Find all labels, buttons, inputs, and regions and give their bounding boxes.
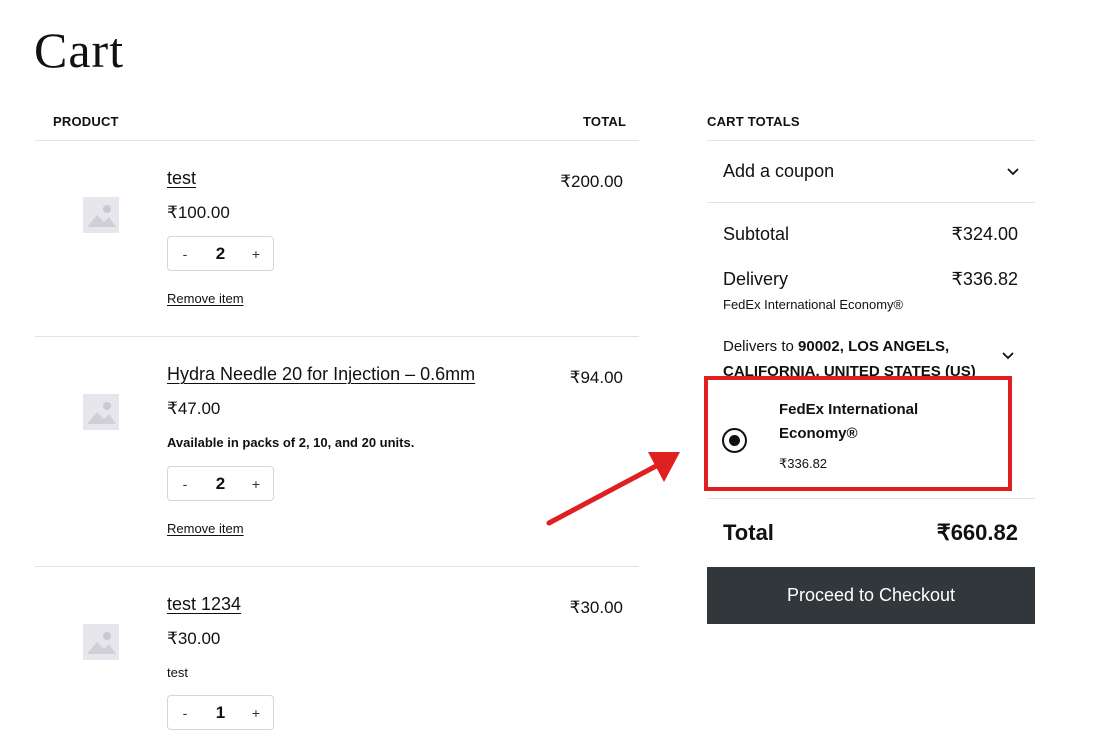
divider bbox=[707, 202, 1035, 203]
remove-item-link[interactable]: Remove item bbox=[167, 291, 244, 306]
product-note: test bbox=[167, 665, 188, 680]
divider bbox=[35, 336, 639, 337]
total-label: Total bbox=[723, 520, 774, 545]
line-total: ₹200.00 bbox=[560, 172, 623, 191]
shipping-option-name[interactable]: FedEx International Economy® bbox=[779, 398, 959, 446]
radio-selected-icon[interactable] bbox=[722, 428, 747, 453]
shipping-option-price: ₹336.82 bbox=[779, 456, 828, 471]
increase-quantity-button[interactable]: + bbox=[249, 705, 263, 721]
decrease-quantity-button[interactable]: - bbox=[178, 705, 192, 721]
chevron-down-icon bbox=[1007, 167, 1019, 175]
quantity-value[interactable]: 1 bbox=[216, 703, 225, 723]
image-placeholder-icon bbox=[83, 394, 119, 430]
add-coupon-toggle[interactable]: Add a coupon bbox=[707, 141, 1035, 202]
subtotal-value: ₹324.00 bbox=[951, 224, 1018, 244]
increase-quantity-button[interactable]: + bbox=[249, 246, 263, 262]
decrease-quantity-button[interactable]: - bbox=[178, 246, 192, 262]
column-header-product: PRODUCT bbox=[53, 114, 119, 129]
column-header-total: TOTAL bbox=[583, 114, 627, 129]
increase-quantity-button[interactable]: + bbox=[249, 476, 263, 492]
delivers-to-prefix: Delivers to bbox=[723, 338, 794, 355]
line-total: ₹30.00 bbox=[569, 598, 623, 617]
image-placeholder-icon bbox=[83, 197, 119, 233]
remove-item-link[interactable]: Remove item bbox=[167, 521, 244, 536]
product-name-link[interactable]: Hydra Needle 20 for Injection – 0.6mm bbox=[167, 364, 475, 385]
image-placeholder-icon bbox=[83, 624, 119, 660]
proceed-to-checkout-button[interactable]: Proceed to Checkout bbox=[707, 567, 1035, 624]
page-title: Cart bbox=[34, 22, 125, 78]
coupon-label: Add a coupon bbox=[723, 161, 835, 181]
product-unit-price: ₹30.00 bbox=[167, 629, 221, 648]
product-unit-price: ₹47.00 bbox=[167, 399, 221, 418]
line-total: ₹94.00 bbox=[569, 368, 623, 387]
subtotal-label: Subtotal bbox=[723, 224, 790, 244]
delivery-method: FedEx International Economy® bbox=[723, 297, 904, 312]
divider bbox=[35, 566, 639, 567]
delivery-value: ₹336.82 bbox=[951, 269, 1018, 289]
product-name-link[interactable]: test bbox=[167, 168, 196, 189]
delivery-label: Delivery bbox=[723, 269, 789, 289]
product-name-link[interactable]: test 1234 bbox=[167, 594, 241, 615]
decrease-quantity-button[interactable]: - bbox=[178, 476, 192, 492]
product-unit-price: ₹100.00 bbox=[167, 203, 230, 222]
quantity-stepper[interactable]: - 2 + bbox=[167, 466, 274, 501]
product-note: Available in packs of 2, 10, and 20 unit… bbox=[167, 435, 415, 450]
divider bbox=[35, 140, 639, 141]
quantity-value[interactable]: 2 bbox=[216, 474, 225, 494]
cart-totals-heading: CART TOTALS bbox=[707, 114, 800, 129]
divider bbox=[707, 498, 1035, 499]
quantity-value[interactable]: 2 bbox=[216, 244, 225, 264]
quantity-stepper[interactable]: - 1 + bbox=[167, 695, 274, 730]
chevron-down-icon[interactable] bbox=[1002, 352, 1014, 360]
quantity-stepper[interactable]: - 2 + bbox=[167, 236, 274, 271]
annotation-arrow-icon bbox=[546, 452, 680, 526]
total-value: ₹660.82 bbox=[936, 520, 1018, 545]
